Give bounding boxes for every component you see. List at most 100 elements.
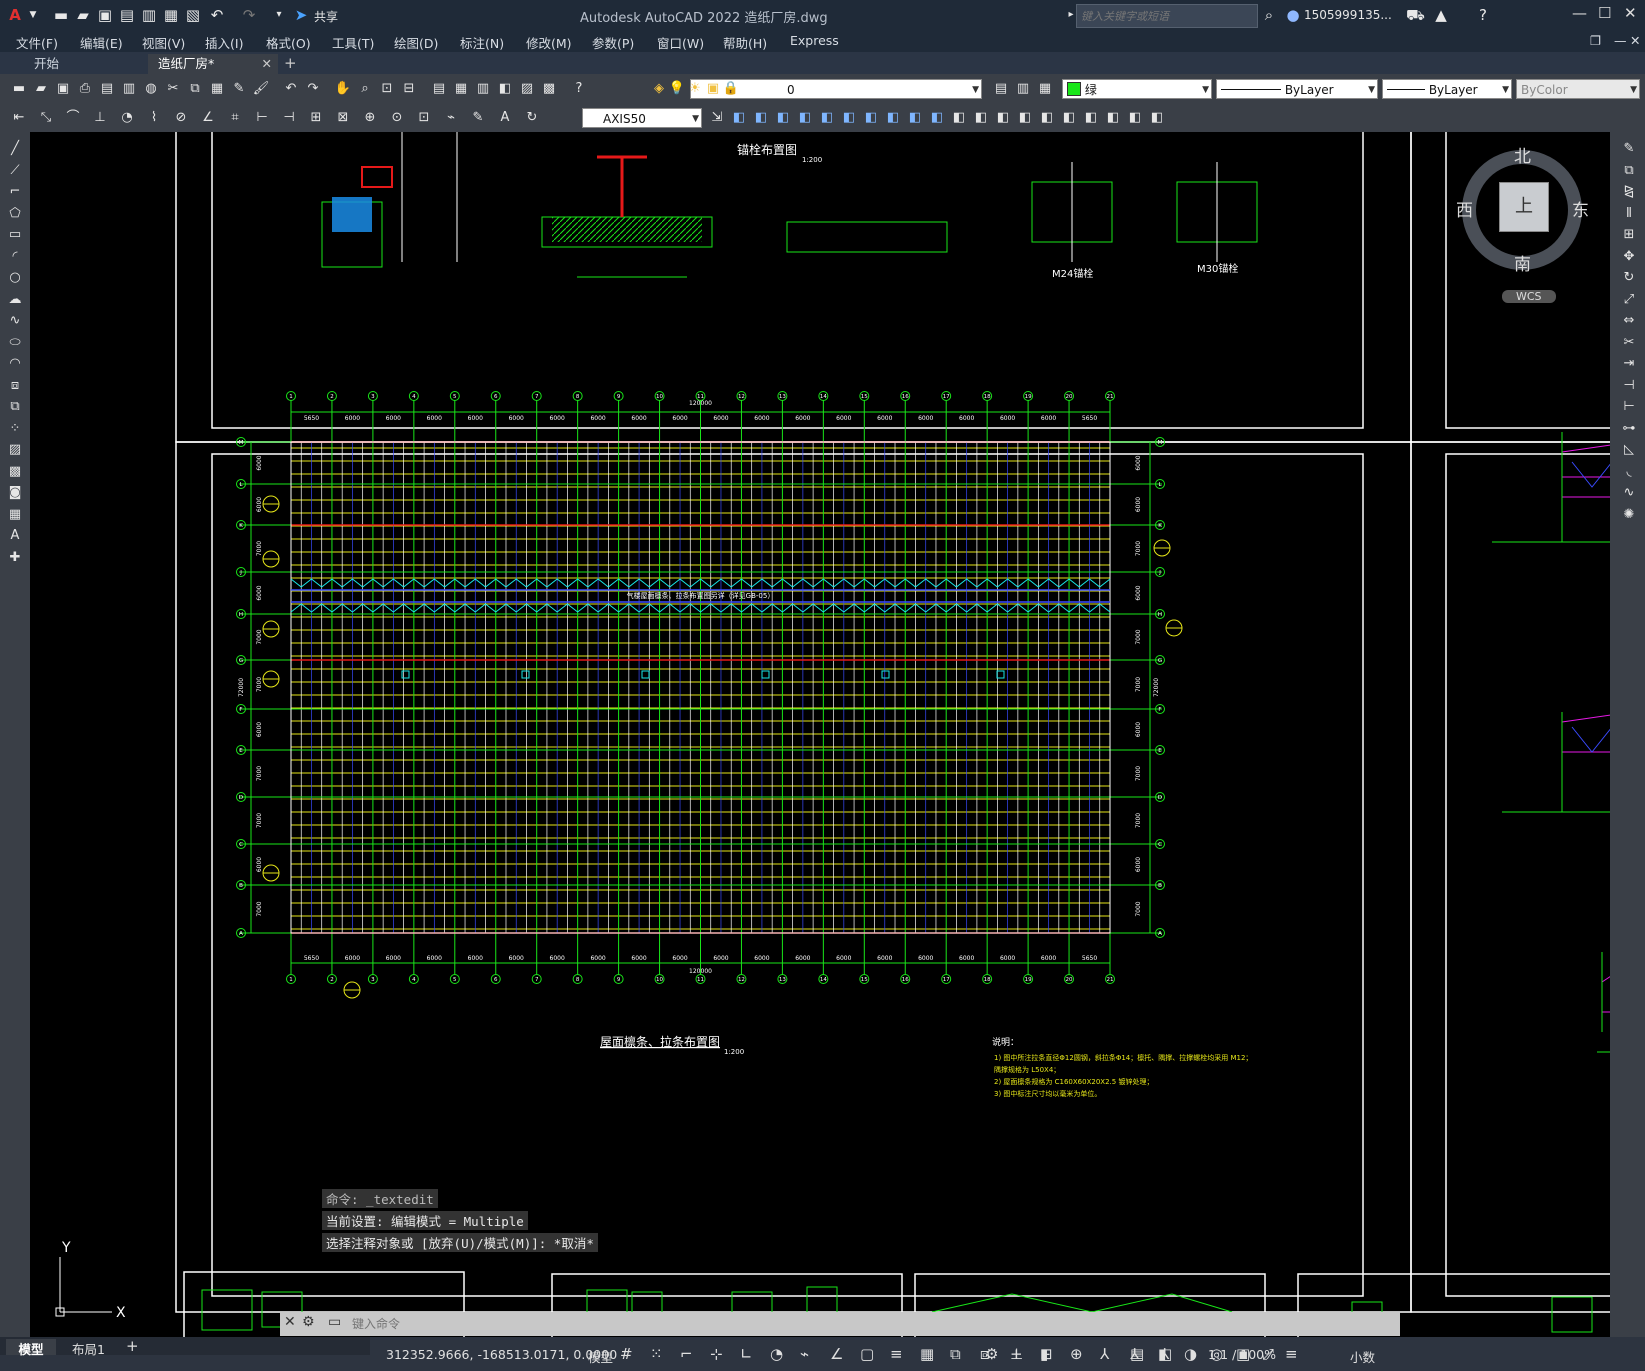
ucs-world-icon[interactable]: ◧ <box>1060 109 1078 127</box>
arc-icon[interactable]: ◜ <box>6 248 24 266</box>
insert-block-icon[interactable]: ⧈ <box>6 377 24 395</box>
view-right-icon[interactable]: ◧ <box>796 109 814 127</box>
wrench-icon[interactable]: ⚙ <box>302 1314 315 1330</box>
undo-icon[interactable]: ↶ <box>208 6 226 24</box>
menu-item-2[interactable]: 视图(V) <box>142 33 185 52</box>
view-bottom-icon[interactable]: ◧ <box>840 109 858 127</box>
quick-dim-icon[interactable]: ⌗ <box>226 109 244 127</box>
dim-text-edit-icon[interactable]: A <box>496 109 514 127</box>
workspace-icon[interactable]: ⚙ <box>985 1345 998 1363</box>
light-bulb-icon[interactable]: 💡 <box>668 80 686 98</box>
break-icon[interactable]: ⊢ <box>1620 398 1638 416</box>
spline-icon[interactable]: ∿ <box>6 312 24 330</box>
menu-item-12[interactable]: Express <box>790 33 839 48</box>
zoom-window-icon[interactable]: ⊡ <box>378 80 396 98</box>
coordinates[interactable]: 312352.9666, -168513.0171, 0.0000 <box>386 1347 617 1362</box>
visual-2d-icon[interactable]: ◧ <box>950 109 968 127</box>
gradient-icon[interactable]: ▩ <box>6 463 24 481</box>
menu-item-0[interactable]: 文件(F) <box>16 33 58 52</box>
hatch-icon[interactable]: ▨ <box>6 441 24 459</box>
share-label[interactable]: 共享 <box>314 8 338 25</box>
menu-item-3[interactable]: 插入(I) <box>205 33 243 52</box>
user-icon[interactable]: ● <box>1284 6 1302 24</box>
construction-line-icon[interactable]: ⟋ <box>6 162 24 180</box>
open-file-icon[interactable]: ▰ <box>74 6 92 24</box>
ellipse-icon[interactable]: ⬭ <box>6 334 24 352</box>
lock-icon[interactable]: 🔒 <box>722 80 740 98</box>
freeze-icon[interactable]: ▣ <box>704 80 722 98</box>
mirror-icon[interactable]: ⧎ <box>1620 183 1638 201</box>
table-icon[interactable]: ▦ <box>6 506 24 524</box>
transparency-icon[interactable]: ▦ <box>920 1345 934 1363</box>
fullscreen-icon[interactable]: ⤢ <box>1262 1345 1274 1363</box>
view-nw-icon[interactable]: ◧ <box>928 109 946 127</box>
user-name[interactable]: 1505999135... <box>1304 8 1392 22</box>
ucs-object-icon[interactable]: ◧ <box>1126 109 1144 127</box>
help-icon[interactable]: ? <box>570 80 588 98</box>
menu-item-7[interactable]: 标注(N) <box>460 33 504 52</box>
3d-print-icon[interactable]: ◍ <box>142 80 160 98</box>
ucs-origin-icon[interactable]: ◧ <box>1148 109 1166 127</box>
tab-layout1[interactable]: 布局1 <box>72 1339 105 1358</box>
blend-icon[interactable]: ∿ <box>1620 484 1638 502</box>
view-left-icon[interactable]: ◧ <box>774 109 792 127</box>
join-icon[interactable]: ⊶ <box>1620 420 1638 438</box>
search-box[interactable] <box>1076 4 1258 28</box>
tab-model[interactable]: 模型 <box>6 1339 56 1357</box>
clean-screen-icon[interactable]: ◎ <box>1210 1345 1223 1363</box>
search-input[interactable] <box>1077 6 1255 27</box>
maximize-icon[interactable]: ☐ <box>1598 4 1611 22</box>
sun-icon[interactable]: ☀ <box>686 80 704 98</box>
make-block-icon[interactable]: ⧉ <box>6 398 24 416</box>
save-icon[interactable]: ▣ <box>54 80 72 98</box>
tool-palette-icon[interactable]: ▥ <box>474 80 492 98</box>
plus-icon[interactable]: + <box>1010 1345 1023 1363</box>
dim-jogged-icon[interactable]: ⌇ <box>145 109 163 127</box>
menu-item-11[interactable]: 帮助(H) <box>723 33 767 52</box>
point-icon[interactable]: ⁘ <box>6 420 24 438</box>
drawing-canvas[interactable]: 锚栓布置图 1:200 M24锚栓 M30锚栓 气楼屋面檩条、拉条布置图另详（详… <box>32 132 1610 1337</box>
view-top-icon[interactable]: ◧ <box>818 109 836 127</box>
view-se-icon[interactable]: ◧ <box>884 109 902 127</box>
region-icon[interactable]: ◙ <box>6 484 24 502</box>
offset-icon[interactable]: ⫴ <box>1620 205 1638 223</box>
move-icon[interactable]: ✥ <box>1620 248 1638 266</box>
zoom-prev-icon[interactable]: ⊟ <box>400 80 418 98</box>
view-sw-icon[interactable]: ◧ <box>862 109 880 127</box>
tab-drawing[interactable]: 造纸厂房* ✕ <box>148 54 278 74</box>
break-point-icon[interactable]: ⊣ <box>1620 377 1638 395</box>
viewcube-face-top[interactable]: 上 <box>1499 182 1549 232</box>
close-icon[interactable]: ✕ <box>1624 4 1637 22</box>
menu-icon[interactable]: ≡ <box>1285 1345 1298 1363</box>
publish-icon[interactable]: ▥ <box>120 80 138 98</box>
viewcube-west[interactable]: 西 <box>1456 196 1473 221</box>
circle-icon[interactable]: ○ <box>6 269 24 287</box>
annotation-visibility-icon[interactable]: ⅄ <box>1100 1345 1109 1363</box>
viewcube-south[interactable]: 南 <box>1514 250 1531 275</box>
menu-item-5[interactable]: 工具(T) <box>332 33 374 52</box>
menu-item-1[interactable]: 编辑(E) <box>80 33 123 52</box>
inspect-icon[interactable]: ⊡ <box>415 109 433 127</box>
redo-icon[interactable]: ↷ <box>304 80 322 98</box>
explode-icon[interactable]: ✺ <box>1620 506 1638 524</box>
open-web-icon[interactable]: ▥ <box>140 6 158 24</box>
close-icon[interactable]: ✕ <box>284 1314 296 1330</box>
design-center-icon[interactable]: ▦ <box>452 80 470 98</box>
polygon-icon[interactable]: ⬠ <box>6 205 24 223</box>
pan-icon[interactable]: ✋ <box>334 80 352 98</box>
cart-icon[interactable]: ⛟ <box>1406 6 1425 24</box>
menu-item-9[interactable]: 参数(P) <box>592 33 634 52</box>
dim-continue-icon[interactable]: ⊣ <box>280 109 298 127</box>
ucs-prev-icon[interactable]: ◧ <box>1082 109 1100 127</box>
jogged-linear-icon[interactable]: ⌁ <box>442 109 460 127</box>
ellipse-arc-icon[interactable]: ◠ <box>6 355 24 373</box>
layer-prev-icon[interactable]: ▥ <box>1014 80 1032 98</box>
plotstyle-dropdown[interactable]: ByColor ▼ <box>1516 79 1640 99</box>
grid-icon[interactable]: # <box>620 1345 633 1363</box>
make-current-icon[interactable]: ▤ <box>992 80 1010 98</box>
copy-icon[interactable]: ⧉ <box>186 80 204 98</box>
layer-props-icon[interactable]: ◈ <box>650 80 668 98</box>
paste-icon[interactable]: ▦ <box>208 80 226 98</box>
customize-icon[interactable]: ▣ <box>1236 1345 1250 1363</box>
gizmo-icon[interactable]: ⊕ <box>1070 1345 1083 1363</box>
